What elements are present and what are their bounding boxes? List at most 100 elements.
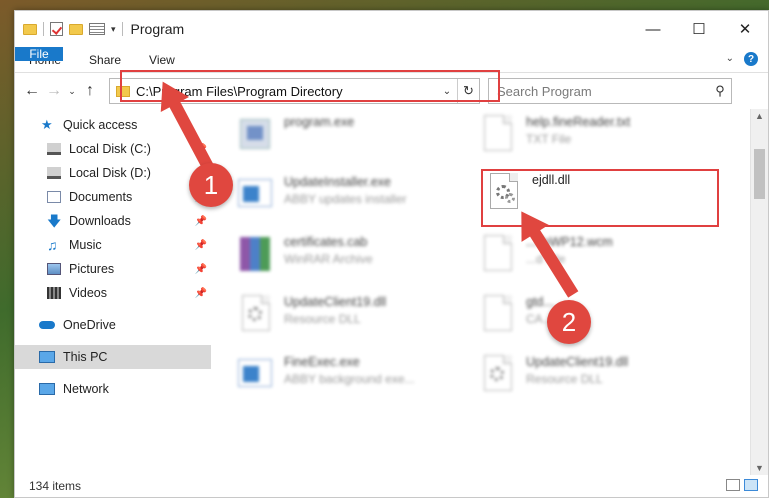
drive-icon xyxy=(47,167,61,179)
help-icon[interactable]: ? xyxy=(744,52,758,66)
file-name: help.fineReader.txt xyxy=(526,115,631,129)
documents-icon xyxy=(47,191,61,203)
file-name: gtd... xyxy=(526,295,554,309)
up-button[interactable]: ↑ xyxy=(79,82,101,100)
file-type: WinRAR Archive xyxy=(284,252,373,266)
file-type: ABBY background exe... xyxy=(284,372,415,386)
dll-gear-icon xyxy=(484,171,522,213)
pictures-icon xyxy=(47,263,61,275)
file-name: FineExec.exe xyxy=(284,355,360,369)
recent-locations-caret-icon[interactable]: ⌄ xyxy=(65,86,79,97)
dll-gear-icon xyxy=(236,293,274,335)
file-type: ...d File xyxy=(526,252,613,266)
file-item[interactable]: FineExec.exe ABBY background exe... xyxy=(236,353,415,395)
tab-file[interactable]: File xyxy=(15,47,63,61)
sidebar-item-label: OneDrive xyxy=(63,318,116,332)
folder-icon xyxy=(116,85,130,97)
explorer-window: ▾ Program — ☐ ✕ File Home Share View ⌄ ?… xyxy=(14,10,769,498)
file-item[interactable]: program.exe xyxy=(236,113,354,155)
vertical-scrollbar[interactable]: ▲ ▼ xyxy=(750,109,768,475)
sidebar-item-label: Videos xyxy=(69,286,107,300)
file-name: UpdateClient19.dll xyxy=(284,295,387,309)
pin-icon[interactable]: 📌 xyxy=(195,240,207,251)
file-item[interactable]: UpdateClient19.dll Resource DLL xyxy=(478,353,628,395)
sidebar-item-local-disk-d[interactable]: Local Disk (D:) xyxy=(15,161,211,185)
file-item[interactable]: help.fineReader.txt TXT File xyxy=(478,113,630,155)
properties-icon[interactable] xyxy=(89,23,105,35)
sidebar-item-local-disk-c[interactable]: Local Disk (C:) 📌 xyxy=(15,137,211,161)
expand-ribbon-icon[interactable]: ⌄ xyxy=(726,53,734,64)
file-item[interactable]: gtd... CA... xyxy=(478,293,554,335)
address-dropdown-icon[interactable]: ⌄ xyxy=(437,86,457,97)
back-button[interactable]: ← xyxy=(21,82,43,100)
file-icon xyxy=(478,233,516,275)
pin-icon[interactable]: 📌 xyxy=(195,264,207,275)
ribbon-tabs: File Home Share View ⌄ ? xyxy=(15,47,768,73)
file-name: UpdateInstaller.exe xyxy=(284,175,392,189)
archive-icon xyxy=(236,233,274,275)
maximize-button[interactable]: ☐ xyxy=(676,11,722,47)
sidebar-item-onedrive[interactable]: OneDrive xyxy=(15,313,211,337)
tab-view[interactable]: View xyxy=(135,47,189,72)
new-folder-icon[interactable] xyxy=(69,23,83,35)
large-icons-view-icon[interactable] xyxy=(744,479,758,491)
properties-check-icon[interactable] xyxy=(50,22,63,36)
search-icon[interactable]: ⚲ xyxy=(709,83,731,99)
file-item[interactable]: certificates.cab WinRAR Archive xyxy=(236,233,373,275)
exe-icon xyxy=(236,113,274,155)
quick-access-toolbar: ▾ xyxy=(23,22,123,36)
navigation-pane: ★ Quick access Local Disk (C:) 📌 Local D… xyxy=(15,109,211,475)
star-icon: ★ xyxy=(41,117,53,132)
sidebar-item-documents[interactable]: Documents 📌 xyxy=(15,185,211,209)
address-row: ← → ⌄ ↑ C:\Program Files\Program Directo… xyxy=(15,73,768,109)
videos-icon xyxy=(47,287,61,299)
file-name: ejdll.dll xyxy=(532,173,571,187)
minimize-button[interactable]: — xyxy=(630,11,676,47)
sidebar-item-label: Documents xyxy=(69,190,133,204)
sidebar-item-this-pc[interactable]: This PC xyxy=(15,345,211,369)
network-icon xyxy=(39,383,55,395)
sidebar-item-label: Pictures xyxy=(69,262,115,276)
search-input[interactable]: Search Program ⚲ xyxy=(488,78,732,104)
title-bar: ▾ Program — ☐ ✕ xyxy=(15,11,768,47)
separator xyxy=(43,22,44,36)
sidebar-item-network[interactable]: Network xyxy=(15,377,211,401)
file-type: Resource DLL xyxy=(526,372,603,386)
sidebar-item-music[interactable]: ♫ Music 📌 xyxy=(15,233,211,257)
main-area: ★ Quick access Local Disk (C:) 📌 Local D… xyxy=(15,109,768,475)
drive-icon xyxy=(47,143,61,155)
file-item[interactable]: UpdateClient19.dll Resource DLL xyxy=(236,293,386,335)
tab-share[interactable]: Share xyxy=(75,47,135,72)
file-item[interactable]: UpdateInstaller.exe ABBY updates installe… xyxy=(236,173,407,215)
view-toggles xyxy=(726,479,758,491)
step-1-badge: 1 xyxy=(189,163,233,207)
sidebar-item-label: Local Disk (D:) xyxy=(69,166,151,180)
forward-button[interactable]: → xyxy=(43,82,65,100)
file-name: UpdateClient19.dll xyxy=(526,355,629,369)
step-2-badge: 2 xyxy=(547,300,591,344)
onedrive-icon xyxy=(39,321,55,329)
file-list: program.exe help.fineReader.txt TXT File … xyxy=(211,109,768,475)
sidebar-item-videos[interactable]: Videos 📌 xyxy=(15,281,211,305)
details-view-icon[interactable] xyxy=(726,479,740,491)
search-placeholder: Search Program xyxy=(497,83,592,99)
pin-icon[interactable]: 📌 xyxy=(195,288,207,299)
window-title: Program xyxy=(130,21,185,37)
scroll-down-icon[interactable]: ▼ xyxy=(751,463,768,473)
download-icon: 🡇 xyxy=(47,213,62,229)
text-file-icon xyxy=(478,113,516,155)
exe-icon xyxy=(236,353,274,395)
customize-toolbar-caret-icon[interactable]: ▾ xyxy=(111,24,116,35)
scroll-thumb[interactable] xyxy=(754,149,765,199)
scroll-up-icon[interactable]: ▲ xyxy=(751,111,768,121)
sidebar-item-downloads[interactable]: 🡇 Downloads 📌 xyxy=(15,209,211,233)
window-controls: — ☐ ✕ xyxy=(630,11,768,47)
pin-icon[interactable]: 📌 xyxy=(195,216,207,227)
close-button[interactable]: ✕ xyxy=(722,11,768,47)
sidebar-item-pictures[interactable]: Pictures 📌 xyxy=(15,257,211,281)
sidebar-item-label: Downloads xyxy=(69,214,131,228)
file-type: ABBY updates installer xyxy=(284,192,407,206)
installer-icon xyxy=(236,173,274,215)
refresh-button[interactable]: ↻ xyxy=(457,79,479,103)
sidebar-item-label: Quick access xyxy=(63,118,138,132)
